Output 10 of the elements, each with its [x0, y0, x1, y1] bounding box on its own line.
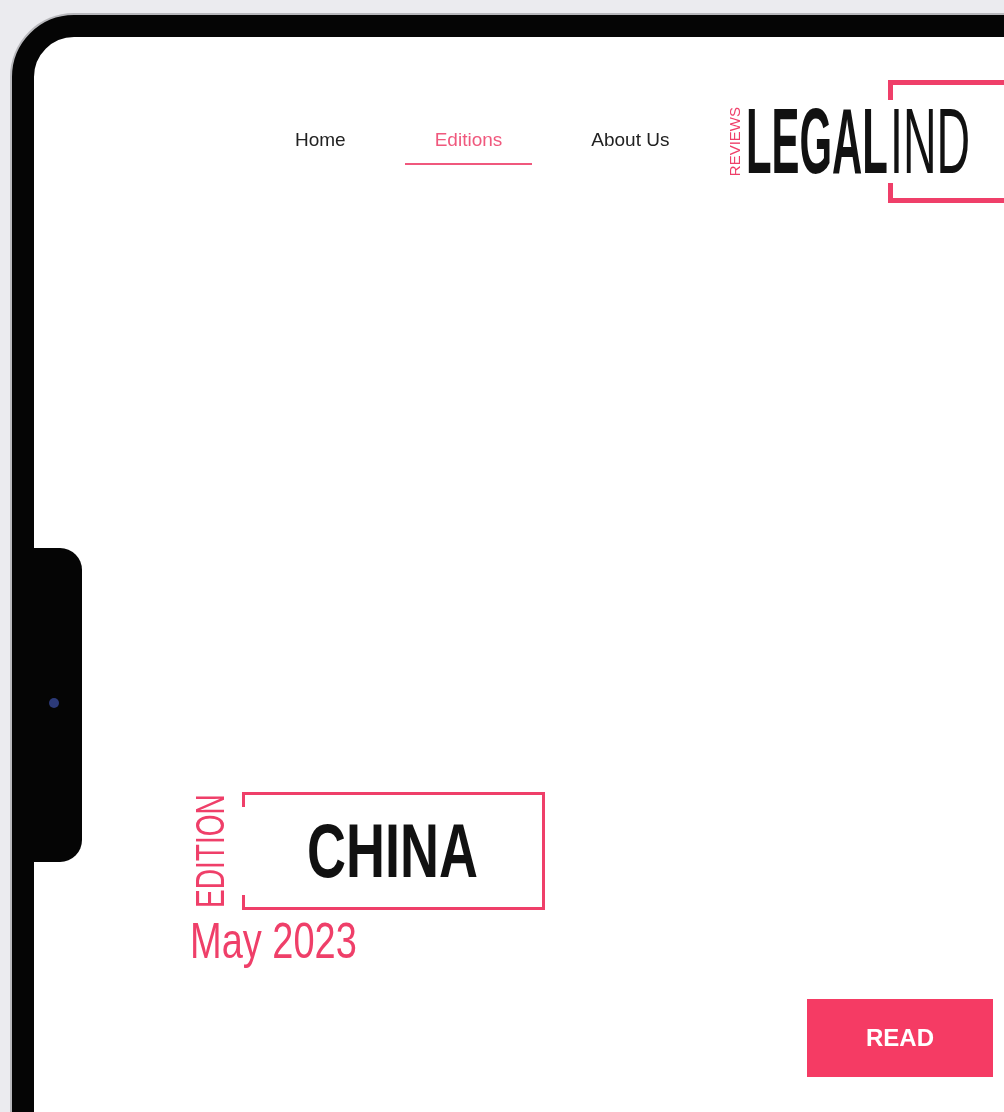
- read-button[interactable]: READ: [807, 999, 993, 1077]
- edition-country: CHINA: [306, 813, 478, 889]
- logo-tagline: REVIEWS: [726, 106, 744, 177]
- nav-tab[interactable]: Home: [265, 118, 376, 165]
- edition-label: EDITION: [190, 794, 230, 908]
- logo-wordmark-light: IND: [890, 95, 971, 188]
- logo-wordmark-bold: LEGAL: [746, 95, 889, 188]
- nav-tab[interactable]: About Us: [561, 118, 700, 165]
- edition-date: May 2023: [190, 914, 357, 969]
- camera-icon: [49, 698, 59, 708]
